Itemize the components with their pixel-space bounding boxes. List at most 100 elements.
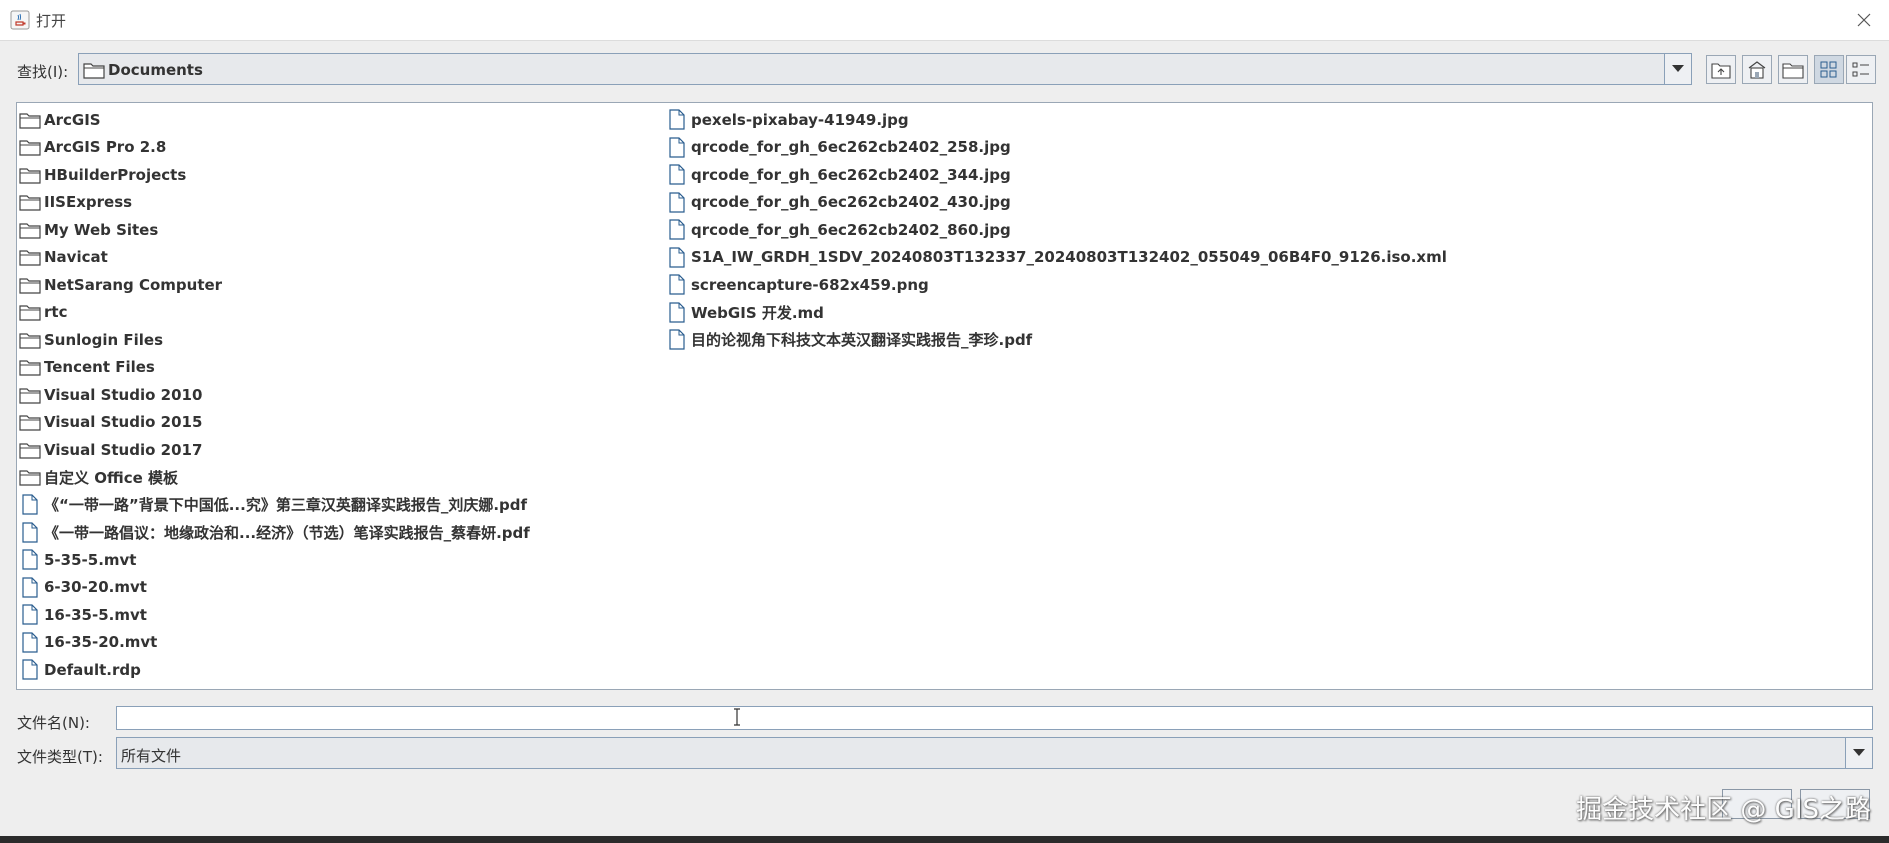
file-item[interactable]: qrcode_for_gh_6ec262cb2402_860.jpg <box>666 216 1447 244</box>
item-label: Visual Studio 2010 <box>44 385 203 404</box>
close-button[interactable] <box>1849 6 1879 34</box>
item-label: ArcGIS Pro 2.8 <box>44 138 167 157</box>
folder-icon <box>19 384 41 406</box>
file-item[interactable]: pexels-pixabay-41949.jpg <box>666 106 1447 134</box>
file-item[interactable]: 16-35-5.mvt <box>19 601 530 629</box>
folder-icon <box>19 411 41 433</box>
close-icon <box>1857 13 1871 27</box>
file-icon <box>666 164 688 186</box>
item-label: 5-35-5.mvt <box>44 550 137 569</box>
item-label: 目的论视角下科技文本英汉翻译实践报告_李珍.pdf <box>691 331 1033 350</box>
item-label: screencapture-682x459.png <box>691 275 929 294</box>
folder-item[interactable]: Visual Studio 2015 <box>19 409 530 437</box>
filename-input[interactable] <box>116 706 1873 730</box>
details-view-button[interactable] <box>1846 55 1876 84</box>
lookin-label: 查找(I): <box>17 63 69 81</box>
item-label: S1A_IW_GRDH_1SDV_20240803T132337_2024080… <box>691 248 1447 267</box>
title-bar: 打开 <box>0 0 1889 41</box>
file-item[interactable]: 6-30-20.mvt <box>19 574 530 602</box>
item-label: 自定义 Office 模板 <box>44 468 178 487</box>
file-item[interactable]: screencapture-682x459.png <box>666 271 1447 299</box>
folder-item[interactable]: 自定义 Office 模板 <box>19 464 530 492</box>
lookin-value: Documents <box>108 61 203 79</box>
file-item[interactable]: qrcode_for_gh_6ec262cb2402_430.jpg <box>666 189 1447 217</box>
file-item[interactable]: WebGIS 开发.md <box>666 299 1447 327</box>
file-icon <box>19 494 41 516</box>
file-list-column-1: ArcGIS ArcGIS Pro 2.8 HBuilderProjects IISE… <box>19 106 530 684</box>
folder-item[interactable]: Visual Studio 2010 <box>19 381 530 409</box>
up-one-level-icon <box>1711 62 1731 79</box>
file-icon <box>19 659 41 681</box>
folder-icon <box>19 109 41 131</box>
window-title: 打开 <box>36 12 67 30</box>
folder-item[interactable]: NetSarang Computer <box>19 271 530 299</box>
file-icon <box>666 219 688 241</box>
file-item[interactable]: 目的论视角下科技文本英汉翻译实践报告_李珍.pdf <box>666 326 1447 354</box>
file-item[interactable]: 5-35-5.mvt <box>19 546 530 574</box>
list-view-icon <box>1820 61 1837 77</box>
item-label: 《“一带一路”背景下中国低...究》第三章汉英翻译实践报告_刘庆娜.pdf <box>44 496 528 515</box>
folder-icon <box>19 356 41 378</box>
new-folder-button[interactable] <box>1778 55 1808 84</box>
item-label: NetSarang Computer <box>44 275 223 294</box>
item-label: 16-35-5.mvt <box>44 605 147 624</box>
folder-item[interactable]: Visual Studio 2017 <box>19 436 530 464</box>
file-item[interactable]: qrcode_for_gh_6ec262cb2402_344.jpg <box>666 161 1447 189</box>
file-item[interactable]: S1A_IW_GRDH_1SDV_20240803T132337_2024080… <box>666 244 1447 272</box>
item-label: 16-35-20.mvt <box>44 633 158 652</box>
item-label: 6-30-20.mvt <box>44 578 147 597</box>
dropdown-arrow-icon[interactable] <box>1664 54 1691 84</box>
folder-item[interactable]: My Web Sites <box>19 216 530 244</box>
file-item[interactable]: Default.rdp <box>19 656 530 684</box>
lookin-combo[interactable]: Documents <box>78 53 1692 85</box>
file-icon <box>666 136 688 158</box>
item-label: WebGIS 开发.md <box>691 303 824 322</box>
item-label: pexels-pixabay-41949.jpg <box>691 110 909 129</box>
taskbar-edge <box>0 836 1889 843</box>
item-label: Visual Studio 2015 <box>44 413 203 432</box>
folder-item[interactable]: Sunlogin Files <box>19 326 530 354</box>
list-view-button[interactable] <box>1814 55 1844 84</box>
item-label: qrcode_for_gh_6ec262cb2402_258.jpg <box>691 138 1011 157</box>
folder-item[interactable]: ArcGIS Pro 2.8 <box>19 134 530 162</box>
folder-item[interactable]: IISExpress <box>19 189 530 217</box>
file-item[interactable]: 16-35-20.mvt <box>19 629 530 657</box>
file-list[interactable]: ArcGIS ArcGIS Pro 2.8 HBuilderProjects IISE… <box>16 102 1873 690</box>
item-label: Navicat <box>44 248 108 267</box>
filename-label: 文件名(N): <box>17 714 90 732</box>
details-view-icon <box>1852 62 1869 76</box>
file-item[interactable]: qrcode_for_gh_6ec262cb2402_258.jpg <box>666 134 1447 162</box>
up-one-level-button[interactable] <box>1706 55 1736 84</box>
folder-icon <box>19 274 41 296</box>
item-label: qrcode_for_gh_6ec262cb2402_344.jpg <box>691 165 1011 184</box>
filetype-combo[interactable]: 所有文件 <box>116 737 1873 769</box>
file-item[interactable]: 《一带一路倡议：地缘政治和...经济》（节选）笔译实践报告_蔡春妍.pdf <box>19 519 530 547</box>
item-label: rtc <box>44 303 68 322</box>
home-button[interactable] <box>1742 55 1772 84</box>
item-label: IISExpress <box>44 193 133 212</box>
item-label: My Web Sites <box>44 220 159 239</box>
file-item[interactable]: 《“一带一路”背景下中国低...究》第三章汉英翻译实践报告_刘庆娜.pdf <box>19 491 530 519</box>
item-label: Default.rdp <box>44 660 141 679</box>
item-label: ArcGIS <box>44 110 101 129</box>
item-label: 《一带一路倡议：地缘政治和...经济》（节选）笔译实践报告_蔡春妍.pdf <box>44 523 530 542</box>
item-label: qrcode_for_gh_6ec262cb2402_860.jpg <box>691 220 1011 239</box>
folder-icon <box>19 164 41 186</box>
item-label: Tencent Files <box>44 358 155 377</box>
folder-item[interactable]: Tencent Files <box>19 354 530 382</box>
folder-item[interactable]: rtc <box>19 299 530 327</box>
dropdown-arrow-icon[interactable] <box>1845 738 1872 768</box>
folder-item[interactable]: ArcGIS <box>19 106 530 134</box>
file-icon <box>19 631 41 653</box>
folder-item[interactable]: HBuilderProjects <box>19 161 530 189</box>
file-icon <box>666 329 688 351</box>
folder-icon <box>19 466 41 488</box>
file-icon <box>19 521 41 543</box>
folder-icon <box>19 329 41 351</box>
file-icon <box>666 246 688 268</box>
folder-item[interactable]: Navicat <box>19 244 530 272</box>
file-icon <box>19 576 41 598</box>
file-icon <box>19 604 41 626</box>
folder-icon <box>19 439 41 461</box>
folder-icon <box>83 61 105 83</box>
